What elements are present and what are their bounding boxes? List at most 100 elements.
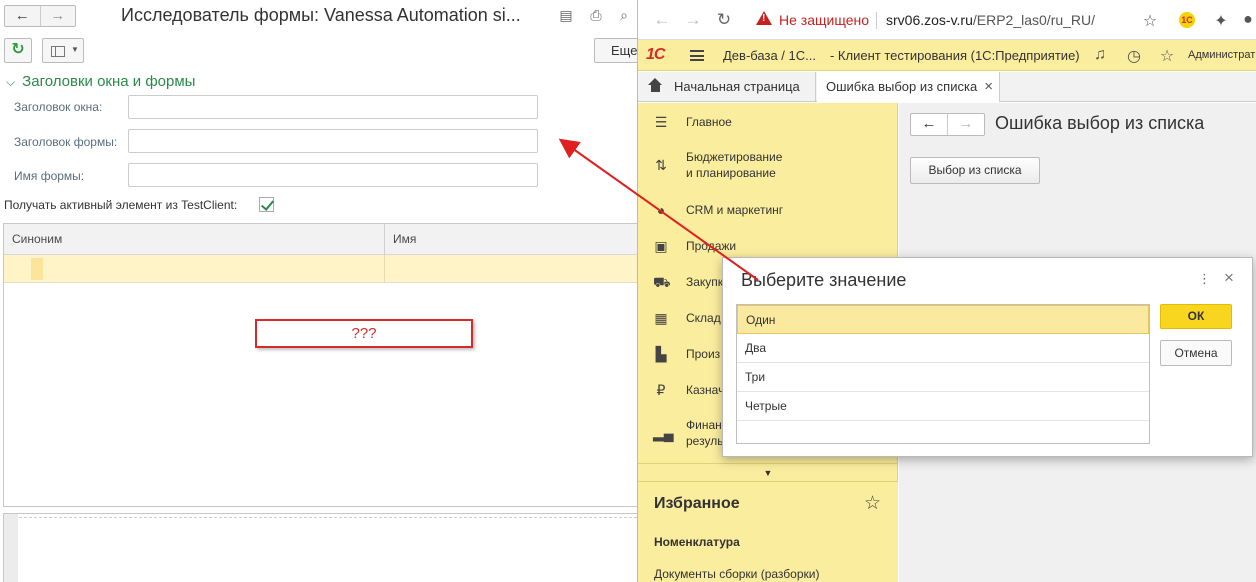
back-arrow-icon[interactable]: ← <box>5 6 40 26</box>
cell-cursor <box>31 258 43 280</box>
app-header: 1С Дев-база / 1С... - Клиент тестирования… <box>638 40 1256 71</box>
close-icon[interactable]: × <box>984 72 993 102</box>
warning-icon[interactable] <box>756 11 772 25</box>
close-icon[interactable]: × <box>1224 268 1234 288</box>
cart-icon: ⛟ <box>653 274 671 290</box>
sidebar-scroll-down[interactable]: ▼ <box>638 463 898 481</box>
warehouse-icon: ▦ <box>654 310 668 326</box>
column-divider <box>384 255 385 283</box>
form-title: Ошибка выбор из списка <box>995 113 1205 133</box>
more-icon[interactable]: ⋮ <box>1198 271 1211 287</box>
profile-icon[interactable]: ● <box>1238 11 1256 29</box>
column-synonym[interactable]: Синоним <box>4 224 384 255</box>
view-mode-button[interactable]: ▼ <box>42 38 84 63</box>
dialog-title: Выберите значение <box>741 270 907 290</box>
home-icon <box>648 78 662 93</box>
form-name-field[interactable] <box>128 163 538 187</box>
list-item[interactable]: Два <box>737 334 1149 363</box>
screen: ← → Исследователь формы: Vanessa Automat… <box>0 0 1256 582</box>
tab-error-list[interactable]: Ошибка выбор из списка × <box>817 72 1000 103</box>
preview-icon[interactable]: ⌕ <box>616 7 632 23</box>
window-title-field[interactable] <box>128 95 538 119</box>
sidebar-item-main[interactable]: ☰ Главное <box>638 114 898 134</box>
sidebar-item-label: Финан резуль <box>686 418 724 448</box>
sidebar-item-sales[interactable]: ▣ Продажи <box>638 238 898 258</box>
history-icon[interactable]: ◷ <box>1124 46 1144 66</box>
column-name[interactable]: Имя <box>384 224 637 255</box>
explorer-titlebar: ← → Исследователь формы: Vanessa Automat… <box>0 0 637 32</box>
bell-icon[interactable]: ♫ <box>1090 46 1110 64</box>
table-row[interactable] <box>4 255 637 283</box>
cancel-button[interactable]: Отмена <box>1160 340 1232 366</box>
value-list: Один Два Три Четрые <box>736 304 1150 444</box>
sidebar-item-crm[interactable]: ◕ CRM и маркетинг <box>638 202 898 222</box>
menu-icon: ☰ <box>654 114 668 130</box>
sidebar-item-label: Главное <box>686 115 732 129</box>
more-icon[interactable]: ⋮ <box>1251 115 1256 132</box>
forward-arrow-icon[interactable]: → <box>947 114 984 135</box>
forward-arrow-icon[interactable]: → <box>683 10 703 30</box>
print-icon[interactable]: ⎙ <box>588 7 604 23</box>
app-title-client: - Клиент тестирования (1С:Предприятие) <box>829 48 1080 63</box>
list-item[interactable]: Один <box>737 305 1149 334</box>
favorites-star-icon[interactable]: ☆ <box>1157 46 1177 66</box>
group-title: Заголовки окна и формы <box>22 73 196 90</box>
ok-button[interactable]: ОК <box>1160 304 1232 329</box>
active-element-checkbox[interactable] <box>259 197 274 212</box>
tab-home[interactable]: Начальная страница <box>638 72 816 102</box>
back-arrow-icon[interactable]: ← <box>652 10 672 30</box>
splitter[interactable] <box>4 514 637 518</box>
favorite-item[interactable]: Документы сборки (разборки) <box>654 567 819 581</box>
question-callout: ??? <box>255 319 473 348</box>
form-explorer-window: ← → Исследователь формы: Vanessa Automat… <box>0 0 637 582</box>
favorites-title: Избранное <box>654 495 740 512</box>
tab-error-list-label: Ошибка выбор из списка <box>826 79 978 94</box>
ruble-icon: ₽ <box>656 382 666 398</box>
form-title-field[interactable] <box>128 129 538 153</box>
sidebar-item-label: Произ <box>686 347 721 361</box>
address-bar: ← → ↻ Не защищено srv06.zos-v.ru/ERP2_la… <box>638 0 1256 40</box>
explorer-toolbar: ↻ ▼ Еще <box>4 38 637 64</box>
more-button[interactable]: Еще <box>594 38 637 63</box>
menu-icon[interactable] <box>690 50 704 61</box>
list-item[interactable]: Три <box>737 363 1149 392</box>
reload-icon[interactable]: ↻ <box>714 10 734 30</box>
details-scrollbar[interactable] <box>4 514 18 582</box>
favorite-item[interactable]: Номенклатура <box>654 535 740 549</box>
chevron-down-icon: ⌵ <box>6 75 16 89</box>
group-header[interactable]: ⌵ Заголовки окна и формы <box>6 73 195 90</box>
form-title-label: Заголовок формы: <box>14 135 118 149</box>
star-icon[interactable]: ☆ <box>864 492 881 515</box>
user-name[interactable]: Администрат <box>1188 49 1255 61</box>
favorites-panel: Избранное ☆ Номенклатура Документы сборк… <box>638 481 898 582</box>
active-element-label: Получать активный элемент из TestClient: <box>4 198 238 212</box>
app-title-base: Дев-база / 1С... <box>723 48 816 63</box>
choose-from-list-button[interactable]: Выбор из списка <box>910 157 1040 184</box>
chart-icon: ▂▄ <box>653 425 674 441</box>
sidebar-item-label: Бюджетирование и планирование <box>686 150 783 180</box>
sidebar-item-label: Склад <box>686 311 721 325</box>
refresh-button[interactable]: ↻ <box>4 38 32 63</box>
refresh-icon: ↻ <box>11 41 25 58</box>
window-title-label: Заголовок окна: <box>14 100 103 114</box>
forward-arrow-icon[interactable]: → <box>39 6 76 26</box>
sidebar-item-label: CRM и маркетинг <box>686 203 784 217</box>
back-arrow-icon[interactable]: ← <box>911 114 947 135</box>
onec-extension-icon[interactable]: 1С <box>1179 12 1195 28</box>
crm-icon: ◕ <box>656 202 666 218</box>
chevron-down-icon: ▼ <box>763 468 773 478</box>
puzzle-icon[interactable]: ✦ <box>1211 11 1231 31</box>
details-panel <box>3 513 637 582</box>
onec-logo: 1С <box>646 46 665 63</box>
sidebar-item-label: Казнач <box>686 383 725 397</box>
url-host: srv06.zos-v.ru <box>886 12 973 28</box>
list-item[interactable]: Четрые <box>737 392 1149 421</box>
insecure-label[interactable]: Не защищено <box>779 12 869 28</box>
url-field[interactable]: srv06.zos-v.ru/ERP2_las0/ru_RU/ <box>886 12 1095 28</box>
form-nav-buttons: ← → <box>910 113 985 136</box>
save-icon[interactable]: ▤ <box>558 7 574 23</box>
star-icon[interactable]: ☆ <box>1140 11 1160 31</box>
sidebar-item-budget[interactable]: ⇅ Бюджетирование и планирование <box>638 149 898 185</box>
tab-bar: Начальная страница Ошибка выбор из списк… <box>638 72 1256 103</box>
factory-icon: ▙ <box>655 346 667 362</box>
